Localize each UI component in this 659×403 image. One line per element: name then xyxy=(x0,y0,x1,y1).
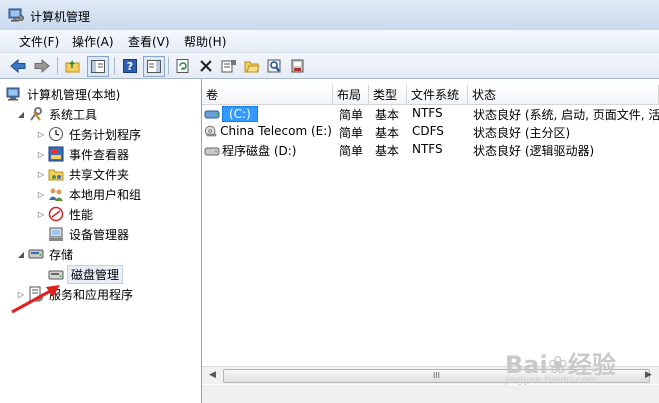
volume-type: 基本 xyxy=(375,144,400,158)
expanded-arrow-icon[interactable]: ◢ xyxy=(16,250,26,259)
tree-node-device-manager[interactable]: 设备管理器 xyxy=(46,225,131,243)
expanded-arrow-icon[interactable]: ◢ xyxy=(16,110,26,119)
collapsed-arrow-icon[interactable]: ▷ xyxy=(36,150,46,159)
properties-icon[interactable] xyxy=(219,56,239,75)
menu-help[interactable]: 帮助(H) xyxy=(182,33,228,50)
toolbar-separator xyxy=(114,57,115,74)
collapsed-arrow-icon[interactable]: ▷ xyxy=(36,170,46,179)
search-icon[interactable] xyxy=(265,56,285,75)
open-folder-icon[interactable] xyxy=(242,56,262,75)
tree-node-shared-folders[interactable]: ▷ 共享文件夹 xyxy=(36,165,131,183)
collapsed-arrow-icon[interactable]: ▷ xyxy=(36,190,46,199)
tree-node-storage[interactable]: ◢ 存储 xyxy=(16,245,75,263)
volume-filesystem: NTFS xyxy=(412,106,443,120)
computer-icon xyxy=(6,86,22,102)
red-arrow-annotation xyxy=(11,285,60,314)
tools-icon xyxy=(28,106,44,122)
volume-status: 状态良好 (逻辑驱动器) xyxy=(473,144,595,158)
scroll-right-icon[interactable]: ▶ xyxy=(640,367,657,384)
volume-name: 程序磁盘 (D:) xyxy=(222,144,297,158)
forward-icon[interactable] xyxy=(32,56,52,75)
table-row[interactable]: China Telecom (E:) 简单 基本 CDFS 状态良好 (主分区) xyxy=(202,123,659,141)
refresh-icon[interactable] xyxy=(173,56,193,75)
watermark-url: jingyan.baidu.com xyxy=(505,375,598,386)
window-title: 计算机管理 xyxy=(30,10,91,24)
status-bar xyxy=(202,385,659,403)
drive-icon xyxy=(204,110,220,119)
table-row[interactable]: (C:) 简单 基本 NTFS 状态良好 (系统, 启动, 页面文件, 活动 xyxy=(202,105,659,123)
shared-folder-icon xyxy=(48,166,64,182)
tree-node-task-scheduler[interactable]: ▷ 任务计划程序 xyxy=(36,125,143,143)
tree-node-local-users-groups[interactable]: ▷ 本地用户和组 xyxy=(36,185,143,203)
volume-name: China Telecom (E:) xyxy=(220,124,332,138)
tree-node-performance[interactable]: ▷ 性能 xyxy=(36,205,95,223)
column-header-filesystem[interactable]: 文件系统 xyxy=(407,85,468,105)
scroll-left-icon[interactable]: ◀ xyxy=(204,367,221,384)
event-viewer-icon xyxy=(48,146,64,162)
users-icon xyxy=(48,186,64,202)
tree-node-root[interactable]: 计算机管理(本地) xyxy=(4,85,122,103)
cd-drive-icon xyxy=(204,125,217,137)
volume-status: 状态良好 (主分区) xyxy=(473,126,571,140)
tree-node-event-viewer[interactable]: ▷ 事件查看器 xyxy=(36,145,131,163)
device-manager-icon xyxy=(48,226,64,242)
drive-icon xyxy=(204,147,220,155)
table-row[interactable]: 程序磁盘 (D:) 简单 基本 NTFS 状态良好 (逻辑驱动器) xyxy=(202,141,659,159)
toolbar: ? xyxy=(0,53,659,79)
volume-filesystem: NTFS xyxy=(412,142,443,156)
storage-icon xyxy=(28,246,44,262)
toolbar-separator xyxy=(57,57,58,74)
column-header-volume[interactable]: 卷 xyxy=(202,85,333,105)
tree-node-system-tools[interactable]: ◢ 系统工具 xyxy=(16,105,99,123)
clock-icon xyxy=(48,126,64,142)
navigation-tree: 计算机管理(本地) ◢ 系统工具 ▷ 任务计划程序 ▷ 事件查看器 ▷ 共享文件… xyxy=(0,79,202,403)
menu-file[interactable]: 文件(F) xyxy=(17,33,61,50)
volume-layout: 简单 xyxy=(339,144,364,158)
help-icon[interactable]: ? xyxy=(120,56,140,75)
volume-type: 基本 xyxy=(375,108,400,122)
title-bar: 计算机管理 xyxy=(0,0,659,30)
toolbar-separator xyxy=(168,57,169,74)
show-hide-tree-icon[interactable] xyxy=(87,56,109,77)
performance-icon xyxy=(48,206,64,222)
column-header-type[interactable]: 类型 xyxy=(369,85,407,105)
back-icon[interactable] xyxy=(8,56,28,75)
disk-icon[interactable] xyxy=(288,56,308,75)
volume-name: (C:) xyxy=(222,106,258,122)
computer-management-icon xyxy=(8,8,24,22)
volume-status: 状态良好 (系统, 启动, 页面文件, 活动 xyxy=(473,108,659,122)
menu-view[interactable]: 查看(V) xyxy=(126,33,172,50)
up-folder-icon[interactable] xyxy=(63,56,83,75)
volume-layout: 简单 xyxy=(339,126,364,140)
volume-type: 基本 xyxy=(375,126,400,140)
volume-layout: 简单 xyxy=(339,108,364,122)
column-header-status[interactable]: 状态 xyxy=(468,85,659,105)
collapsed-arrow-icon[interactable]: ▷ xyxy=(36,210,46,219)
delete-icon[interactable] xyxy=(196,56,216,75)
column-header-layout[interactable]: 布局 xyxy=(333,85,369,105)
svg-text:?: ? xyxy=(127,60,133,73)
menu-action[interactable]: 操作(A) xyxy=(70,33,116,50)
view-icon[interactable] xyxy=(143,56,165,77)
collapsed-arrow-icon[interactable]: ▷ xyxy=(36,130,46,139)
menu-bar: 文件(F) 操作(A) 查看(V) 帮助(H) xyxy=(0,30,659,53)
volume-filesystem: CDFS xyxy=(412,124,444,138)
